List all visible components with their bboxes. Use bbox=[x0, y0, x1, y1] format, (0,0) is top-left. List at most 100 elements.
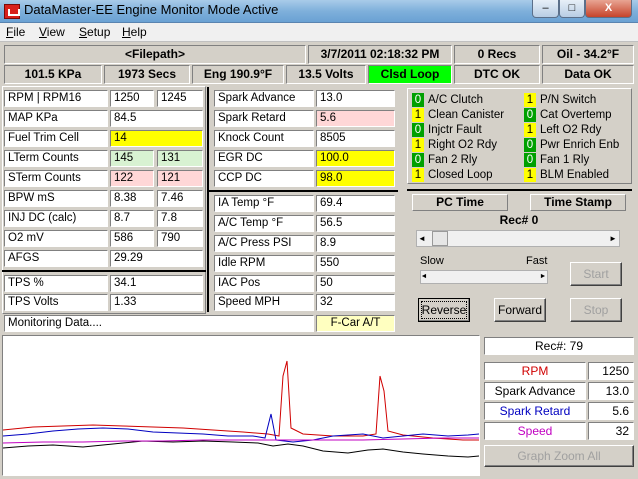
param-value: 131 bbox=[157, 150, 203, 167]
flag-value: 1 bbox=[412, 138, 424, 152]
legend-spark-advance-label[interactable]: Spark Advance bbox=[484, 382, 586, 400]
flag-clean-canister: 1 Clean Canister bbox=[412, 108, 504, 122]
record-count: 0 Recs bbox=[454, 45, 540, 64]
flag-value: 0 bbox=[524, 138, 536, 152]
param-label: O2 mV bbox=[4, 230, 108, 247]
param-value: 14 bbox=[110, 130, 203, 147]
param-value: 8.9 bbox=[316, 235, 395, 252]
tab-pc-time[interactable]: PC Time bbox=[412, 194, 508, 211]
flag-value: 0 bbox=[412, 93, 424, 107]
param-label: Fuel Trim Cell bbox=[4, 130, 108, 147]
flag-pn-switch: 1 P/N Switch bbox=[524, 93, 596, 107]
speed-slow-label: Slow bbox=[420, 255, 444, 267]
param-label: RPM | RPM16 bbox=[4, 90, 108, 107]
flag-blm-enabled: 1 BLM Enabled bbox=[524, 168, 609, 182]
graph-zoom-all-button[interactable]: Graph Zoom All bbox=[484, 445, 634, 467]
menu-file[interactable]: File bbox=[6, 25, 25, 39]
param-label: Knock Count bbox=[214, 130, 314, 147]
flag-value: 1 bbox=[524, 93, 536, 107]
oil-temp: Oil - 34.2°F bbox=[542, 45, 634, 64]
menu-setup[interactable]: Setup bbox=[79, 25, 110, 39]
record-number: Rec# 0 bbox=[499, 213, 539, 227]
legend-spark-advance-value: 13.0 bbox=[588, 382, 634, 400]
param-value: 790 bbox=[157, 230, 203, 247]
legend-rpm-value: 1250 bbox=[588, 362, 634, 380]
spark-advance-trace bbox=[2, 440, 480, 458]
param-label: Spark Retard bbox=[214, 110, 314, 127]
flag-fan2: 0 Fan 2 Rly bbox=[412, 153, 477, 167]
flag-value: 0 bbox=[412, 153, 424, 167]
flag-value: 0 bbox=[524, 153, 536, 167]
param-label: STerm Counts bbox=[4, 170, 108, 187]
forward-button[interactable]: Forward bbox=[494, 298, 546, 322]
flag-value: 0 bbox=[412, 123, 424, 137]
dtc-status: DTC OK bbox=[454, 65, 540, 84]
stop-button[interactable]: Stop bbox=[570, 298, 622, 322]
flag-closed-loop: 1 Closed Loop bbox=[412, 168, 493, 182]
window-title: DataMaster-EE Engine Monitor Mode Active bbox=[24, 2, 279, 17]
param-value: 34.1 bbox=[110, 275, 203, 292]
param-value: 7.46 bbox=[157, 190, 203, 207]
param-value: 8.38 bbox=[110, 190, 154, 207]
flag-left-o2: 1 Left O2 Rdy bbox=[524, 123, 601, 137]
menu-help[interactable]: Help bbox=[122, 25, 147, 39]
flag-value: 1 bbox=[524, 168, 536, 182]
scroll-thumb[interactable] bbox=[432, 231, 448, 246]
maximize-button[interactable]: □ bbox=[559, 0, 585, 18]
param-value: 550 bbox=[316, 255, 395, 272]
slider-left-icon[interactable]: ◄ bbox=[420, 271, 428, 283]
start-button[interactable]: Start bbox=[570, 262, 622, 286]
param-value: 50 bbox=[316, 275, 395, 292]
speed-slider[interactable] bbox=[420, 270, 548, 284]
vehicle-type: F-Car A/T bbox=[316, 315, 395, 332]
rpm-trace bbox=[2, 360, 479, 441]
param-label: AFGS bbox=[4, 250, 108, 267]
param-value: 5.6 bbox=[316, 110, 395, 127]
divider bbox=[207, 87, 209, 312]
param-label: A/C Press PSI bbox=[214, 235, 314, 252]
menu-bar: File View Setup Help bbox=[0, 23, 638, 42]
legend-rpm-label[interactable]: RPM bbox=[484, 362, 586, 380]
datetime-display: 3/7/2011 02:18:32 PM bbox=[308, 45, 452, 64]
param-value: 7.8 bbox=[157, 210, 203, 227]
menu-view[interactable]: View bbox=[39, 25, 65, 39]
param-value: 1.33 bbox=[110, 294, 203, 311]
param-label: BPW mS bbox=[4, 190, 108, 207]
data-graph bbox=[2, 335, 480, 476]
param-label: A/C Temp °F bbox=[214, 215, 314, 232]
param-value: 8505 bbox=[316, 130, 395, 147]
monitoring-status: Monitoring Data.... bbox=[4, 315, 314, 332]
param-value: 145 bbox=[110, 150, 154, 167]
param-label: Speed MPH bbox=[214, 294, 314, 311]
flag-injctr-fault: 0 Injctr Fault bbox=[412, 123, 482, 137]
legend-spark-retard-label[interactable]: Spark Retard bbox=[484, 402, 586, 420]
flag-value: 1 bbox=[524, 123, 536, 137]
param-value: 84.5 bbox=[110, 110, 203, 127]
minimize-button[interactable]: – bbox=[532, 0, 559, 18]
reverse-button[interactable]: Reverse bbox=[418, 298, 470, 322]
flag-ac-clutch: 0 A/C Clutch bbox=[412, 93, 483, 107]
param-label: INJ DC (calc) bbox=[4, 210, 108, 227]
param-value: 121 bbox=[157, 170, 203, 187]
param-label: IA Temp °F bbox=[214, 195, 314, 212]
flag-value: 0 bbox=[524, 108, 536, 122]
param-value: 56.5 bbox=[316, 215, 395, 232]
tab-time-stamp[interactable]: Time Stamp bbox=[530, 194, 626, 211]
divider bbox=[407, 189, 632, 191]
data-status: Data OK bbox=[542, 65, 634, 84]
legend-speed-label[interactable]: Speed bbox=[484, 422, 586, 440]
param-label: TPS % bbox=[4, 275, 108, 292]
param-value: 29.29 bbox=[110, 250, 203, 267]
graph-record-number: Rec#: 79 bbox=[484, 337, 634, 355]
spark-retard-trace bbox=[2, 413, 480, 443]
slider-right-icon[interactable]: ► bbox=[539, 271, 547, 283]
param-label: Spark Advance bbox=[214, 90, 314, 107]
app-icon bbox=[4, 4, 20, 19]
scroll-right-icon[interactable]: ► bbox=[607, 231, 619, 246]
engine-temp: Eng 190.9°F bbox=[192, 65, 284, 84]
scroll-left-icon[interactable]: ◄ bbox=[416, 231, 428, 246]
param-value: 69.4 bbox=[316, 195, 395, 212]
flag-cat-overtemp: 0 Cat Overtemp bbox=[524, 108, 612, 122]
close-button[interactable]: X bbox=[585, 0, 632, 18]
run-time: 1973 Secs bbox=[104, 65, 190, 84]
